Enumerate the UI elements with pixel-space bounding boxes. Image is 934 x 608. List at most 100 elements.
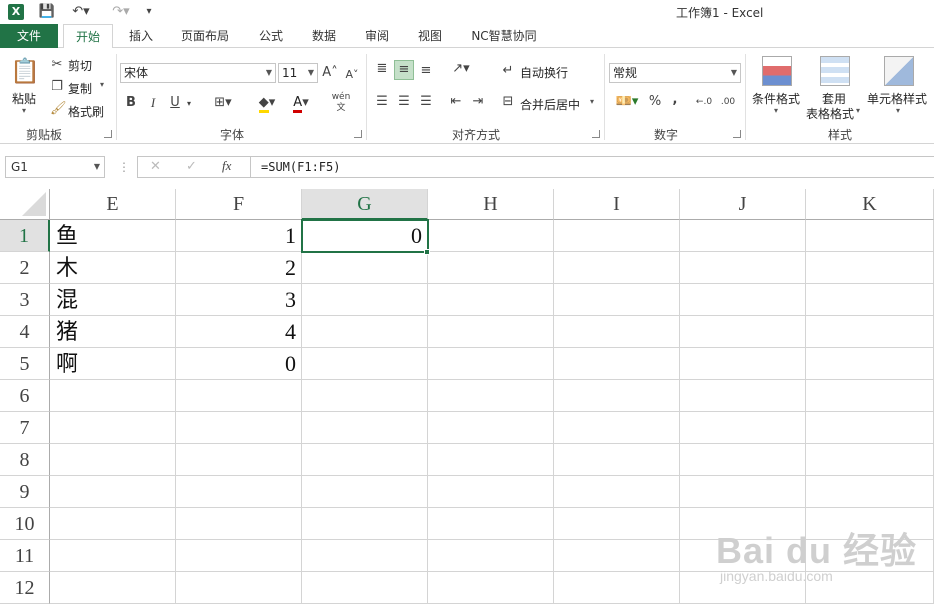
- orientation-icon[interactable]: ↗▾: [446, 60, 476, 78]
- grid-cell[interactable]: [428, 540, 554, 572]
- align-left-icon[interactable]: ☰: [372, 93, 392, 111]
- grid-cell[interactable]: [428, 252, 554, 284]
- table-format-icon[interactable]: [820, 56, 850, 86]
- tab-formulas[interactable]: 公式: [250, 24, 292, 48]
- grid-cell[interactable]: [428, 220, 554, 252]
- tab-nc-collab[interactable]: NC智慧协同: [462, 24, 546, 48]
- grid-cell[interactable]: [302, 284, 428, 316]
- percent-button[interactable]: %: [646, 93, 664, 111]
- grid-cell[interactable]: [554, 380, 680, 412]
- number-launcher-icon[interactable]: [733, 130, 741, 138]
- grid-cell[interactable]: [302, 444, 428, 476]
- grid-cell[interactable]: [302, 380, 428, 412]
- tab-data[interactable]: 数据: [303, 24, 345, 48]
- grid-cell[interactable]: [806, 412, 934, 444]
- font-color-icon[interactable]: A▾: [286, 94, 316, 113]
- column-header-f[interactable]: F: [176, 189, 302, 220]
- cell-f4[interactable]: 4: [176, 316, 302, 348]
- chevron-down-icon[interactable]: ▼: [94, 157, 100, 177]
- grid-cell[interactable]: [302, 412, 428, 444]
- formula-input[interactable]: =SUM(F1:F5): [250, 156, 934, 178]
- grid-cell[interactable]: [428, 284, 554, 316]
- merge-center-button[interactable]: 合并后居中: [520, 96, 580, 113]
- column-header-g[interactable]: G: [302, 189, 428, 220]
- grid-cell[interactable]: [806, 220, 934, 252]
- grid-cell[interactable]: [302, 572, 428, 604]
- comma-button[interactable]: ,: [668, 91, 682, 109]
- wrap-text-icon[interactable]: ↵: [500, 62, 516, 80]
- undo-icon[interactable]: ↶▾: [66, 3, 96, 21]
- decrease-font-icon[interactable]: A˅: [344, 66, 360, 84]
- cell-e4[interactable]: 猪: [50, 316, 176, 348]
- row-header-4[interactable]: 4: [0, 316, 50, 348]
- grid-cell[interactable]: [176, 540, 302, 572]
- grid-cell[interactable]: [680, 348, 806, 380]
- align-bottom-icon[interactable]: ≡: [416, 62, 436, 80]
- conditional-format-icon[interactable]: [762, 56, 792, 86]
- increase-indent-icon[interactable]: ⇥: [468, 93, 488, 111]
- grid-cell[interactable]: [554, 284, 680, 316]
- grid-cell[interactable]: [176, 412, 302, 444]
- fill-color-icon[interactable]: ◆▾: [252, 94, 282, 113]
- grid-cell[interactable]: [680, 444, 806, 476]
- cell-styles-dropdown-icon[interactable]: ▾: [896, 106, 900, 115]
- row-header-1[interactable]: 1: [0, 220, 50, 252]
- grid-cell[interactable]: [680, 380, 806, 412]
- grid-cell[interactable]: [428, 572, 554, 604]
- decrease-indent-icon[interactable]: ⇤: [446, 93, 466, 111]
- row-header-5[interactable]: 5: [0, 348, 50, 380]
- customize-qat-icon[interactable]: ▾: [142, 3, 156, 21]
- row-header-12[interactable]: 12: [0, 572, 50, 604]
- row-header-9[interactable]: 9: [0, 476, 50, 508]
- grid-cell[interactable]: [680, 412, 806, 444]
- row-header-8[interactable]: 8: [0, 444, 50, 476]
- align-middle-icon[interactable]: ≡: [394, 60, 414, 80]
- table-format-dropdown-icon[interactable]: ▾: [856, 106, 860, 115]
- align-center-icon[interactable]: ☰: [394, 93, 414, 111]
- currency-icon[interactable]: 💴▾: [612, 93, 642, 111]
- grid-cell[interactable]: [554, 220, 680, 252]
- copy-dropdown-icon[interactable]: ▾: [100, 80, 104, 89]
- grid-cell[interactable]: [806, 348, 934, 380]
- grid-cell[interactable]: [302, 252, 428, 284]
- row-header-7[interactable]: 7: [0, 412, 50, 444]
- underline-button[interactable]: U: [168, 94, 182, 112]
- cell-f1[interactable]: 1: [176, 220, 302, 252]
- grid-cell[interactable]: [428, 444, 554, 476]
- format-painter-icon[interactable]: 🖌: [50, 100, 67, 118]
- cut-button[interactable]: 剪切: [68, 57, 92, 74]
- redo-icon[interactable]: ↷▾: [106, 3, 136, 21]
- table-format-button[interactable]: 表格格式: [806, 105, 854, 122]
- increase-font-icon[interactable]: A˄: [322, 64, 338, 82]
- conditional-format-button[interactable]: 条件格式: [752, 90, 800, 107]
- grid-cell[interactable]: [176, 572, 302, 604]
- row-header-2[interactable]: 2: [0, 252, 50, 284]
- fill-handle[interactable]: [424, 249, 430, 255]
- grid-cell[interactable]: [302, 476, 428, 508]
- row-header-3[interactable]: 3: [0, 284, 50, 316]
- grid-cell[interactable]: [806, 444, 934, 476]
- grid-cell[interactable]: [50, 476, 176, 508]
- grid-cell[interactable]: [554, 540, 680, 572]
- paste-dropdown-icon[interactable]: ▾: [22, 106, 26, 115]
- grid-cell[interactable]: [428, 476, 554, 508]
- grid-cell[interactable]: [50, 412, 176, 444]
- column-header-j[interactable]: J: [680, 189, 806, 220]
- italic-button[interactable]: I: [146, 94, 160, 112]
- grid-cell[interactable]: [806, 252, 934, 284]
- grid-cell[interactable]: [680, 476, 806, 508]
- select-all-button[interactable]: [0, 189, 50, 220]
- grid-cell[interactable]: [302, 316, 428, 348]
- merge-center-icon[interactable]: ⊟: [500, 93, 516, 111]
- border-icon[interactable]: ⊞▾: [208, 94, 238, 112]
- merge-dropdown-icon[interactable]: ▾: [590, 97, 594, 106]
- phonetic-icon[interactable]: wén 文: [328, 92, 354, 114]
- grid-cell[interactable]: [554, 252, 680, 284]
- insert-function-button[interactable]: fx: [222, 158, 231, 174]
- tab-review[interactable]: 审阅: [356, 24, 398, 48]
- grid-cell[interactable]: [428, 412, 554, 444]
- grid-cell[interactable]: [554, 572, 680, 604]
- grid-cell[interactable]: [50, 572, 176, 604]
- row-header-6[interactable]: 6: [0, 380, 50, 412]
- bold-button[interactable]: B: [124, 94, 138, 112]
